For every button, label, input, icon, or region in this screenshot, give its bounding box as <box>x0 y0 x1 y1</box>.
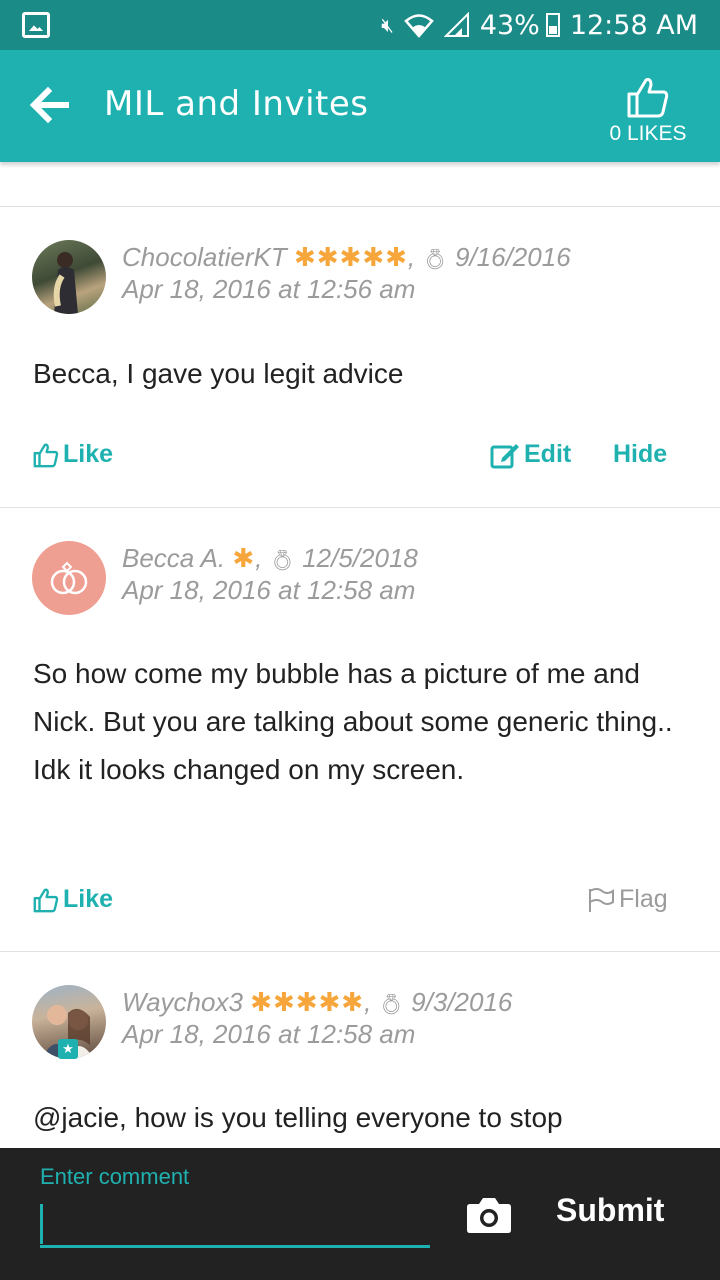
signal-icon <box>443 12 469 37</box>
star-badge-icon: ★ <box>58 1039 78 1059</box>
previous-comment-partial <box>0 162 720 207</box>
likes-count: 0 LIKES <box>609 122 687 145</box>
comment-input[interactable] <box>40 1200 430 1248</box>
author-name[interactable]: Becca A. <box>122 543 225 573</box>
timestamp: Apr 18, 2016 at 12:58 am <box>122 1019 416 1049</box>
rings-icon: 💍︎ <box>378 994 404 1016</box>
comment-text: Becca, I gave you legit advice <box>33 358 404 389</box>
comment-text: So how come my bubble has a picture of m… <box>33 658 673 785</box>
likes-button[interactable]: 0 LIKES <box>606 76 690 146</box>
avatar[interactable]: ★ <box>32 985 106 1059</box>
like-button[interactable]: Like <box>33 440 113 469</box>
battery-icon <box>545 13 560 37</box>
back-arrow-icon[interactable] <box>28 84 70 126</box>
comment-meta: ChocolatierKT ✱✱✱✱✱, 💍︎ 9/16/2016 Apr 18… <box>122 242 571 304</box>
mute-icon: 🔇︎ <box>381 13 394 37</box>
wedding-date: 9/16/2016 <box>454 242 571 272</box>
hide-label: Hide <box>613 440 668 468</box>
rank-stars: ✱ <box>232 543 256 573</box>
avatar-photo <box>53 252 78 314</box>
wifi-icon <box>404 14 434 38</box>
text-cursor <box>40 1204 43 1244</box>
submit-button[interactable]: Submit <box>556 1192 664 1229</box>
rank-stars: ✱✱✱✱✱ <box>250 987 365 1017</box>
edit-icon <box>490 443 519 468</box>
rings-icon: 💍︎ <box>269 550 295 572</box>
camera-icon[interactable] <box>466 1196 512 1234</box>
comment-feed[interactable]: ChocolatierKT ✱✱✱✱✱, 💍︎ 9/16/2016 Apr 18… <box>0 162 720 1148</box>
flag-button[interactable]: Flag <box>587 885 668 914</box>
comment-input-label: Enter comment <box>40 1164 190 1189</box>
battery-percent: 43% <box>479 9 540 41</box>
author-name[interactable]: Waychox3 <box>122 987 243 1017</box>
comment-meta: Waychox3 ✱✱✱✱✱, 💍︎ 9/3/2016 Apr 18, 2016… <box>122 987 513 1049</box>
rank-stars: ✱✱✱✱✱ <box>293 242 408 272</box>
edit-button[interactable]: Edit <box>490 440 571 469</box>
avatar[interactable] <box>32 541 106 615</box>
comment-card: Becca A. ✱, 💍︎ 12/5/2018 Apr 18, 2016 at… <box>0 508 720 952</box>
app-bar: MIL and Invites 0 LIKES <box>0 50 720 162</box>
edit-label: Edit <box>524 440 572 468</box>
wedding-date: 12/5/2018 <box>302 543 418 573</box>
like-label: Like <box>63 440 114 468</box>
gallery-icon <box>22 12 50 38</box>
hide-button[interactable]: Hide <box>613 440 667 469</box>
timestamp: Apr 18, 2016 at 12:58 am <box>122 575 416 605</box>
comment-meta: Becca A. ✱, 💍︎ 12/5/2018 Apr 18, 2016 at… <box>122 543 418 605</box>
thumbs-up-icon <box>627 78 669 118</box>
flag-icon <box>589 887 614 912</box>
comment-card: ChocolatierKT ✱✱✱✱✱, 💍︎ 9/16/2016 Apr 18… <box>0 208 720 508</box>
author-name[interactable]: ChocolatierKT <box>122 242 287 272</box>
thumbs-up-icon <box>33 443 59 467</box>
timestamp: Apr 18, 2016 at 12:56 am <box>122 274 416 304</box>
comment-text: @jacie, how is you telling everyone to s… <box>33 1102 563 1133</box>
flag-label: Flag <box>619 885 668 913</box>
wedding-date: 9/3/2016 <box>411 987 513 1017</box>
rings-icon <box>50 561 88 595</box>
thumbs-up-icon <box>33 888 59 912</box>
page-title: MIL and Invites <box>104 84 369 124</box>
avatar[interactable] <box>32 240 106 314</box>
comment-card: ★ Waychox3 ✱✱✱✱✱, 💍︎ 9/3/2016 Apr 18, 20… <box>0 952 720 1148</box>
like-button[interactable]: Like <box>33 885 113 914</box>
status-bar: 🔇︎ 43% 12:58 AM <box>0 0 720 50</box>
comment-composer: Enter comment Submit <box>0 1148 720 1280</box>
like-label: Like <box>63 885 114 913</box>
rings-icon: 💍︎ <box>422 249 448 271</box>
clock: 12:58 AM <box>569 9 698 41</box>
status-bar-right: 🔇︎ 43% 12:58 AM <box>381 8 698 42</box>
